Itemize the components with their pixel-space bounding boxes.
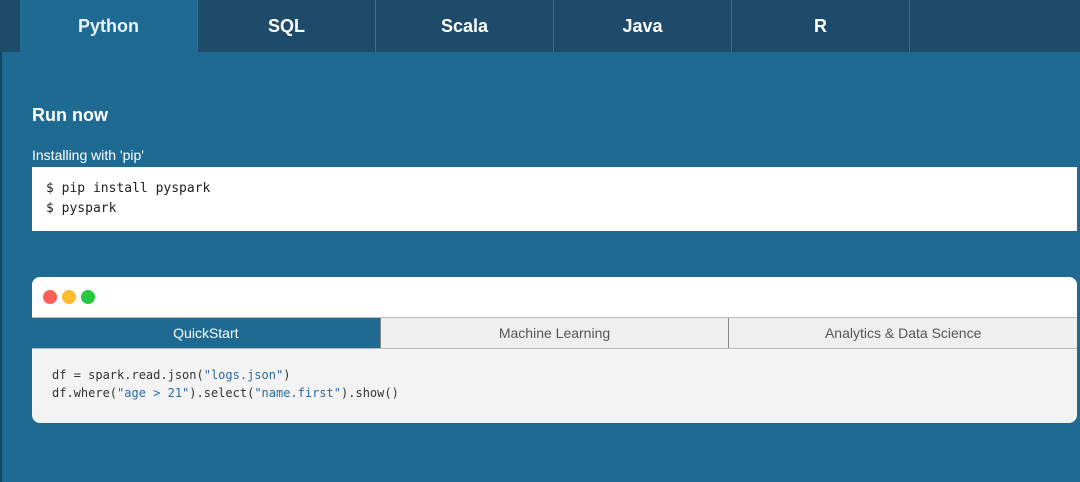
run-now-heading: Run now bbox=[32, 105, 108, 125]
tab-python[interactable]: Python bbox=[20, 0, 198, 52]
language-tab-bar: Python SQL Scala Java R bbox=[0, 0, 1080, 52]
code-token: ) bbox=[283, 368, 291, 382]
tab-analytics-data-science[interactable]: Analytics & Data Science bbox=[729, 318, 1077, 348]
tab-java[interactable]: Java bbox=[554, 0, 732, 52]
install-command-line: $ pip install pyspark bbox=[46, 181, 211, 196]
example-code-block[interactable]: df = spark.read.json("logs.json") df.whe… bbox=[32, 349, 1077, 419]
tab-r-label: R bbox=[814, 15, 827, 36]
code-token: df = spark.read.json( bbox=[52, 368, 204, 382]
example-code-window: QuickStart Machine Learning Analytics & … bbox=[32, 277, 1077, 423]
code-token: ).select( bbox=[189, 386, 255, 400]
page-left-border bbox=[0, 0, 2, 482]
minimize-dot-icon bbox=[62, 290, 76, 304]
tab-quickstart[interactable]: QuickStart bbox=[32, 318, 381, 348]
close-dot-icon bbox=[43, 290, 57, 304]
example-tab-bar: QuickStart Machine Learning Analytics & … bbox=[32, 317, 1077, 349]
tab-python-label: Python bbox=[78, 15, 139, 36]
code-line-1: df = spark.read.json("logs.json") bbox=[52, 366, 1057, 384]
tab-r[interactable]: R bbox=[732, 0, 910, 52]
code-string-literal: "age > 21" bbox=[117, 386, 190, 400]
window-titlebar bbox=[32, 277, 1077, 317]
install-code-block[interactable]: $ pip install pyspark $ pyspark bbox=[32, 167, 1077, 231]
tab-java-label: Java bbox=[622, 15, 663, 36]
tab-scala[interactable]: Scala bbox=[376, 0, 554, 52]
code-token: df.where( bbox=[52, 386, 118, 400]
maximize-dot-icon bbox=[81, 290, 95, 304]
tab-sql-label: SQL bbox=[267, 15, 305, 36]
run-command-line: $ pyspark bbox=[46, 201, 117, 216]
code-string-literal: "name.first" bbox=[254, 386, 342, 400]
tab-scala-label: Scala bbox=[440, 15, 489, 36]
tab-machine-learning[interactable]: Machine Learning bbox=[380, 318, 730, 348]
install-label: Installing with 'pip' bbox=[32, 147, 144, 163]
code-string-literal: "logs.json" bbox=[203, 368, 284, 382]
code-line-2: df.where("age > 21").select("name.first"… bbox=[52, 384, 1057, 402]
code-token: ).show() bbox=[341, 386, 399, 400]
tab-sql[interactable]: SQL bbox=[198, 0, 376, 52]
